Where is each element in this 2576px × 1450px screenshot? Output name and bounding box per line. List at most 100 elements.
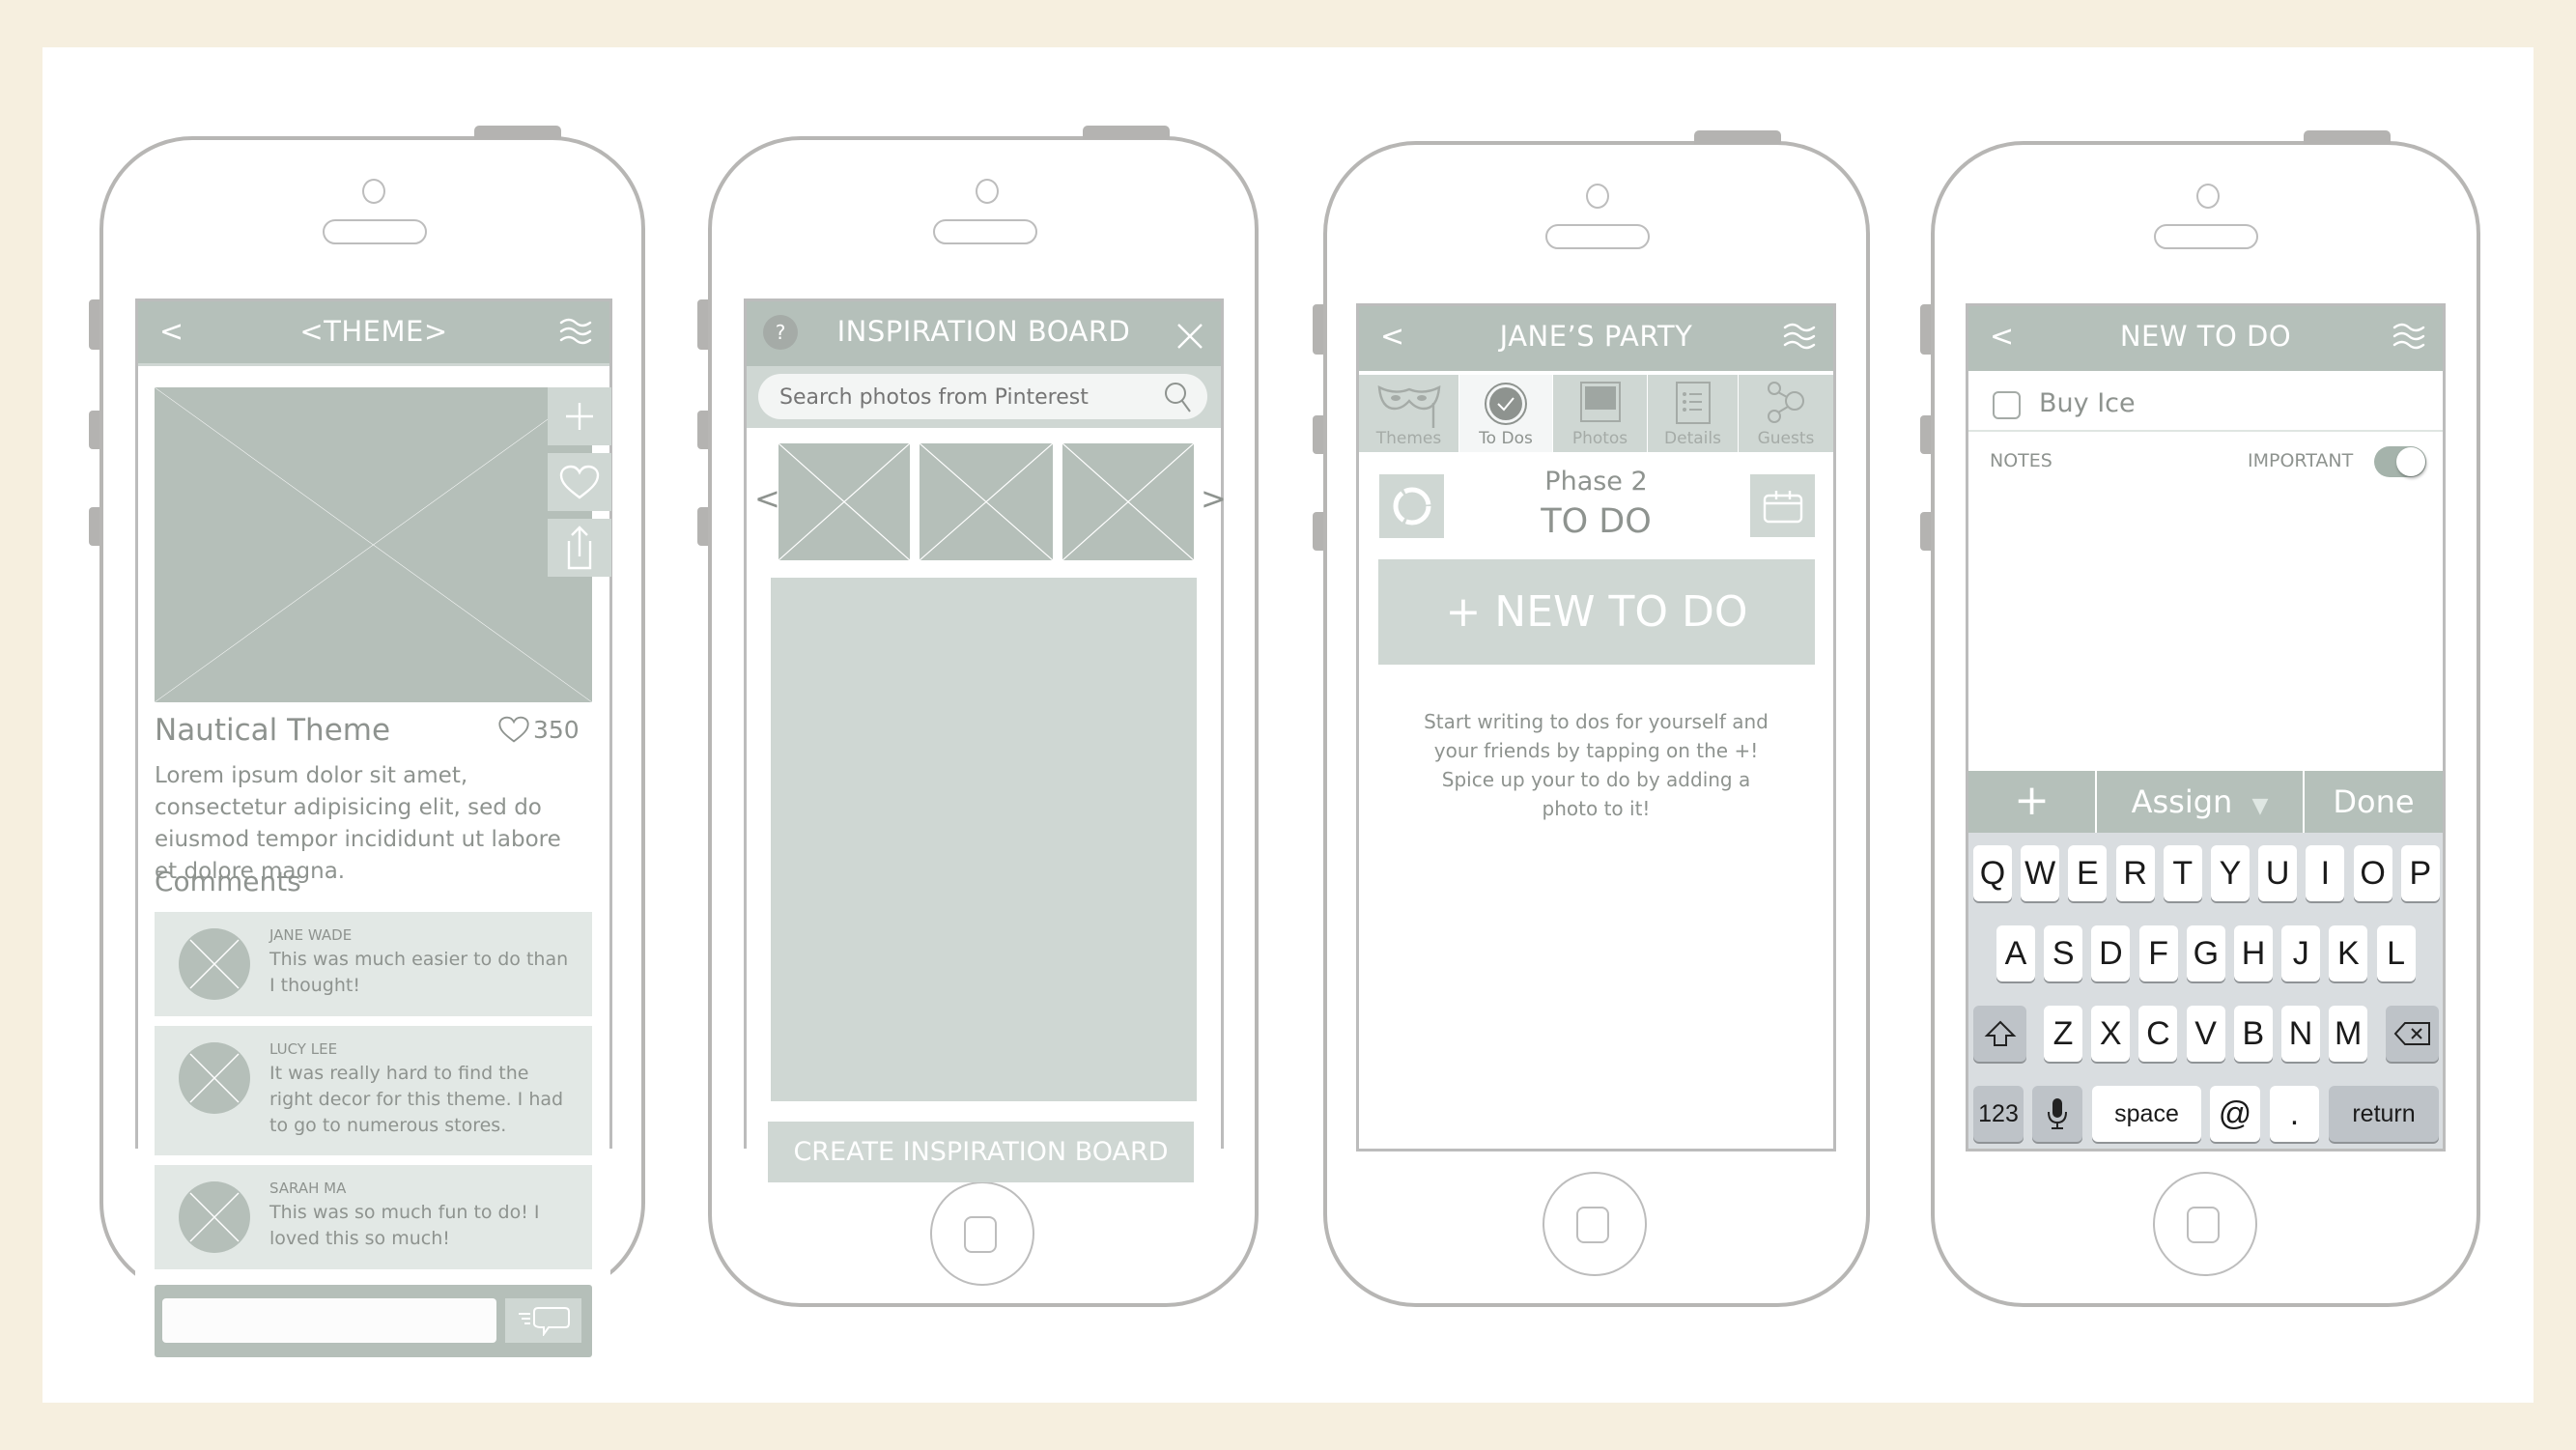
image-placeholder-icon: [920, 443, 1053, 560]
key-i[interactable]: I: [2306, 845, 2345, 901]
assign-dropdown[interactable]: Assign ▼: [2097, 771, 2303, 833]
key-a[interactable]: A: [1996, 925, 2035, 981]
heart-outline-icon: [498, 716, 529, 743]
waves-menu-icon[interactable]: [1783, 322, 1816, 351]
done-button[interactable]: Done: [2305, 771, 2443, 833]
key-h[interactable]: H: [2234, 925, 2273, 981]
key-l[interactable]: L: [2376, 925, 2416, 981]
key-o[interactable]: O: [2353, 845, 2392, 901]
tab-bar: Themes To Dos Photos Details Guests: [1359, 375, 1833, 452]
tab-themes[interactable]: Themes: [1359, 375, 1458, 452]
backspace-icon: [2393, 1022, 2430, 1045]
calendar-icon: [1763, 490, 1802, 523]
return-key[interactable]: return: [2329, 1086, 2439, 1142]
todo-checkbox[interactable]: [1993, 391, 2021, 419]
tab-guests[interactable]: Guests: [1739, 375, 1833, 452]
key-m[interactable]: M: [2329, 1006, 2368, 1062]
comment-author: SARAH MA: [269, 1180, 347, 1197]
todo-item-row: [1968, 372, 2443, 432]
mute-switch: [1920, 304, 1931, 355]
tab-label: Guests: [1757, 429, 1815, 448]
notes-textarea[interactable]: [1978, 490, 2432, 731]
front-camera: [1586, 184, 1609, 209]
photo-icon: [1579, 382, 1621, 422]
microphone-key[interactable]: [2032, 1086, 2082, 1142]
carousel-thumbnail[interactable]: [920, 443, 1053, 560]
important-toggle[interactable]: [2374, 446, 2426, 477]
carousel-thumbnail[interactable]: [778, 443, 910, 560]
add-to-board-button[interactable]: [548, 387, 611, 445]
key-f[interactable]: F: [2138, 925, 2178, 981]
todo-title-input[interactable]: [2039, 384, 2406, 422]
key-r[interactable]: R: [2115, 845, 2155, 901]
volume-up-button: [697, 411, 708, 449]
front-camera: [2196, 184, 2220, 209]
volume-up-button: [1920, 415, 1931, 454]
screen-new-todo: < NEW TO DO NOTES IMPORTANT + Assign ▼ D…: [1966, 303, 2446, 1151]
shift-icon: [1984, 1020, 2016, 1046]
volume-down-button: [89, 507, 99, 546]
key-w[interactable]: W: [2021, 845, 2060, 901]
send-comment-button[interactable]: [505, 1298, 581, 1343]
key-v[interactable]: V: [2186, 1006, 2225, 1062]
tab-label: Themes: [1375, 429, 1442, 448]
key-q[interactable]: Q: [1973, 845, 2012, 901]
at-key[interactable]: @: [2210, 1086, 2260, 1142]
comment-text: This was so much fun to do! I loved this…: [269, 1202, 540, 1249]
key-d[interactable]: D: [2091, 925, 2131, 981]
home-button[interactable]: [930, 1181, 1034, 1286]
key-b[interactable]: B: [2233, 1006, 2273, 1062]
search-icon[interactable]: [1163, 381, 1194, 413]
board-preview-area[interactable]: [771, 578, 1197, 1101]
hero-image-placeholder[interactable]: [155, 387, 592, 702]
numbers-key[interactable]: 123: [1973, 1086, 2024, 1142]
key-c[interactable]: C: [2138, 1006, 2178, 1062]
key-x[interactable]: X: [2091, 1006, 2131, 1062]
key-z[interactable]: Z: [2044, 1006, 2082, 1062]
new-todo-button[interactable]: + NEW TO DO: [1378, 559, 1815, 665]
add-button[interactable]: +: [1968, 771, 2095, 833]
waves-menu-icon[interactable]: [2392, 322, 2425, 351]
period-key[interactable]: .: [2270, 1086, 2319, 1142]
key-n[interactable]: N: [2281, 1006, 2320, 1062]
home-button[interactable]: [2153, 1172, 2257, 1276]
key-k[interactable]: K: [2329, 925, 2368, 981]
search-field[interactable]: [758, 374, 1207, 419]
create-inspiration-board-button[interactable]: CREATE INSPIRATION BOARD: [768, 1122, 1194, 1182]
key-t[interactable]: T: [2163, 845, 2202, 901]
waves-menu-icon[interactable]: [559, 317, 592, 346]
tab-photos[interactable]: Photos: [1553, 375, 1647, 452]
comment-item: LUCY LEE It was really hard to find the …: [155, 1026, 592, 1155]
search-bar: [747, 366, 1221, 428]
carousel-prev-button[interactable]: <: [754, 480, 780, 517]
like-count-value: 350: [533, 715, 580, 744]
page-title: JANE’S PARTY: [1499, 320, 1693, 353]
share-button[interactable]: [548, 519, 611, 577]
key-j[interactable]: J: [2281, 925, 2321, 981]
search-input[interactable]: [779, 380, 1146, 414]
carousel-next-button[interactable]: >: [1201, 480, 1227, 517]
home-button[interactable]: [1543, 1172, 1647, 1276]
page-title: NEW TO DO: [2119, 320, 2292, 353]
space-key[interactable]: space: [2092, 1086, 2201, 1142]
tab-details[interactable]: Details: [1648, 375, 1738, 452]
key-y[interactable]: Y: [2211, 845, 2250, 901]
key-s[interactable]: S: [2044, 925, 2083, 981]
avatar-placeholder-icon: [179, 1042, 250, 1114]
comment-input[interactable]: [162, 1298, 496, 1343]
close-icon[interactable]: [1176, 323, 1203, 350]
key-e[interactable]: E: [2068, 845, 2108, 901]
theme-title: Nautical Theme: [155, 713, 391, 748]
earpiece-speaker: [933, 219, 1037, 244]
key-g[interactable]: G: [2186, 925, 2225, 981]
power-button: [2304, 130, 2391, 144]
backspace-key[interactable]: [2386, 1006, 2439, 1062]
like-button[interactable]: [548, 453, 611, 511]
shift-key[interactable]: [1973, 1006, 2026, 1062]
key-p[interactable]: P: [2400, 845, 2440, 901]
tab-todos[interactable]: To Dos: [1459, 375, 1552, 452]
carousel-thumbnail[interactable]: [1062, 443, 1194, 560]
like-count[interactable]: 350: [497, 715, 580, 744]
key-u[interactable]: U: [2258, 845, 2298, 901]
calendar-button[interactable]: [1750, 474, 1815, 537]
